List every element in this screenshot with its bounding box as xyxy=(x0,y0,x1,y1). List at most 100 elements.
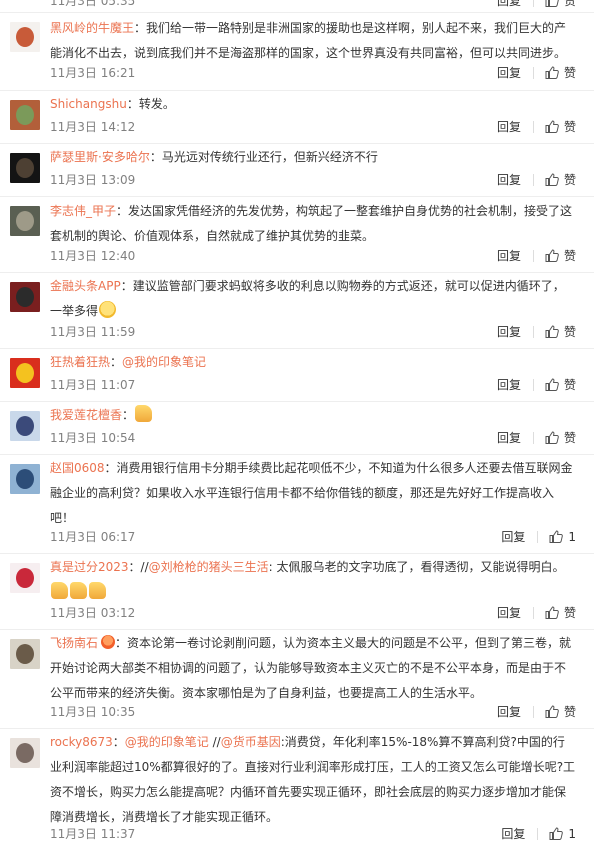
thumbs-up-emoji-icon xyxy=(51,582,68,599)
like-button[interactable]: 赞 xyxy=(545,323,576,341)
comment-actions: 回复 赞 xyxy=(497,0,576,10)
comment-line: ：我们给一带一路特别是非洲国家的援助也是这样啊，别人起不来，我们巨大的产 xyxy=(134,21,567,35)
thumbs-up-icon xyxy=(545,325,559,338)
thumbs-up-icon xyxy=(549,827,564,840)
thumbs-up-icon xyxy=(545,705,559,718)
reply-button[interactable]: 回复 xyxy=(497,247,521,265)
like-button[interactable]: 赞 xyxy=(545,604,576,622)
like-count: 1 xyxy=(568,827,576,841)
user-avatar[interactable] xyxy=(10,464,40,494)
user-avatar[interactable] xyxy=(10,358,40,388)
comment-line: ： xyxy=(112,735,125,749)
thumbs-up-icon xyxy=(545,0,559,7)
comment-username[interactable]: 我爱莲花檀香 xyxy=(50,408,122,422)
comment-actions: 回复 1 xyxy=(501,528,576,546)
user-avatar[interactable] xyxy=(10,639,40,669)
comment-time: 11月3日 11:37 xyxy=(50,827,136,841)
action-divider xyxy=(537,828,539,840)
reply-button[interactable]: 回复 xyxy=(497,64,521,82)
comment-time: 11月3日 11:07 xyxy=(50,378,136,392)
like-button[interactable]: 1 xyxy=(549,528,576,546)
thumbs-up-emoji-icon xyxy=(70,582,87,599)
comment-meta: 11月3日 11:07 回复 赞 xyxy=(50,376,576,394)
user-avatar[interactable] xyxy=(10,153,40,183)
comment-username[interactable]: 黑风岭的牛魔王 xyxy=(50,21,134,35)
like-button[interactable]: 赞 xyxy=(545,376,576,394)
comment-line: 能消化不出去，说到底我们并不是海盗那样的国家，这个世界真没有共同富裕，但可以共同… xyxy=(50,46,567,60)
comment-line: 利润率能超过10%都算很好的了。直接对行业利润率形成打压，工人的工资又怎么可能增… xyxy=(62,760,576,774)
comment-actions: 回复 赞 xyxy=(497,604,576,622)
comment-line: ：// xyxy=(128,560,149,574)
like-button[interactable]: 赞 xyxy=(545,247,576,265)
reply-button[interactable]: 回复 xyxy=(497,323,521,341)
comment-separator xyxy=(0,12,594,13)
mention-link[interactable]: @我的印象笔记 xyxy=(125,735,209,749)
user-avatar[interactable] xyxy=(10,738,40,768)
mention-link[interactable]: @我的印象笔记 xyxy=(122,355,206,369)
like-label: 赞 xyxy=(563,325,576,339)
comment-username[interactable]: 李志伟_甲子 xyxy=(50,204,116,218)
like-label: 赞 xyxy=(563,120,576,134)
comment-time: 11月3日 14:12 xyxy=(50,120,136,134)
comment-username[interactable]: 飞扬南石 xyxy=(50,636,98,650)
reply-button[interactable]: 回复 xyxy=(501,825,525,843)
like-button[interactable]: 赞 xyxy=(545,171,576,189)
reply-button[interactable]: 回复 xyxy=(497,171,521,189)
like-label: 赞 xyxy=(563,173,576,187)
like-label: 赞 xyxy=(563,0,576,8)
reply-button[interactable]: 回复 xyxy=(497,118,521,136)
comment-time: 11月3日 10:35 xyxy=(50,705,136,719)
comment-separator xyxy=(0,728,594,729)
comment-actions: 回复 赞 xyxy=(497,247,576,265)
action-divider xyxy=(532,326,534,338)
like-button[interactable]: 1 xyxy=(549,825,576,843)
comment-meta: 11月3日 13:09 回复 赞 xyxy=(50,171,576,189)
like-button[interactable]: 赞 xyxy=(545,429,576,447)
comment-line: ： xyxy=(110,355,123,369)
comment-line: ：发达国家凭借经济的先发优势，构筑起了一整套维护自身优势的社会机制，接受了 xyxy=(116,204,561,218)
thumbs-up-icon xyxy=(545,378,559,391)
mention-link[interactable]: @货币基因 xyxy=(221,735,281,749)
comment-username[interactable]: 狂热着狂热 xyxy=(50,355,110,369)
comment-username[interactable]: 金融头条APP xyxy=(50,279,121,293)
reply-button[interactable]: 回复 xyxy=(497,604,521,622)
comment-username[interactable]: 真是过分2023 xyxy=(50,560,129,574)
reply-button[interactable]: 回复 xyxy=(497,0,521,10)
comment-meta: 11月3日 14:12 回复 赞 xyxy=(50,118,576,136)
comment-actions: 回复 赞 xyxy=(497,171,576,189)
user-avatar[interactable] xyxy=(10,206,40,236)
comment-meta: 11月3日 03:12 回复 赞 xyxy=(50,604,576,622)
like-button[interactable]: 赞 xyxy=(545,703,576,721)
reply-button[interactable]: 回复 xyxy=(497,429,521,447)
user-avatar[interactable] xyxy=(10,411,40,441)
reply-button[interactable]: 回复 xyxy=(497,703,521,721)
comment-username[interactable]: 萨瑟里斯·安多哈尔 xyxy=(50,150,150,164)
comment-actions: 回复 赞 xyxy=(497,429,576,447)
like-label: 赞 xyxy=(563,249,576,263)
comment-actions: 回复 赞 xyxy=(497,703,576,721)
like-button[interactable]: 赞 xyxy=(545,0,576,10)
comment-time: 11月3日 12:40 xyxy=(50,249,136,263)
comment-username[interactable]: Shichangshu xyxy=(50,97,127,111)
comment-actions: 回复 赞 xyxy=(497,323,576,341)
comment-meta: 11月3日 12:40 回复 赞 xyxy=(50,247,576,265)
comment-username[interactable]: 赵国0608 xyxy=(50,461,105,475)
user-avatar[interactable] xyxy=(10,563,40,593)
comment-meta: 11月3日 10:54 回复 赞 xyxy=(50,429,576,447)
comment-line: 一举多得 xyxy=(50,304,99,318)
user-avatar[interactable] xyxy=(10,282,40,312)
user-avatar[interactable] xyxy=(10,100,40,130)
like-label: 赞 xyxy=(563,606,576,620)
reply-button[interactable]: 回复 xyxy=(501,528,525,546)
comment-line: ：资本论第一卷讨论剥削问题，认为资本主义最大的问题是不公平，但到了第三卷， xyxy=(115,636,560,650)
like-button[interactable]: 赞 xyxy=(545,118,576,136)
comment-time: 11月3日 16:21 xyxy=(50,66,136,80)
like-button[interactable]: 赞 xyxy=(545,64,576,82)
comment-text: Shichangshu：转发。 xyxy=(50,92,576,117)
mention-link[interactable]: @刘枪枪的猪头三生活 xyxy=(149,560,269,574)
comment-line: : 太佩服乌老的文字功底了，看得透彻，又能说得明白。 xyxy=(268,560,565,574)
reply-button[interactable]: 回复 xyxy=(497,376,521,394)
comment-username[interactable]: rocky8673 xyxy=(50,735,113,749)
user-avatar[interactable] xyxy=(10,22,40,52)
like-count: 1 xyxy=(568,530,576,544)
